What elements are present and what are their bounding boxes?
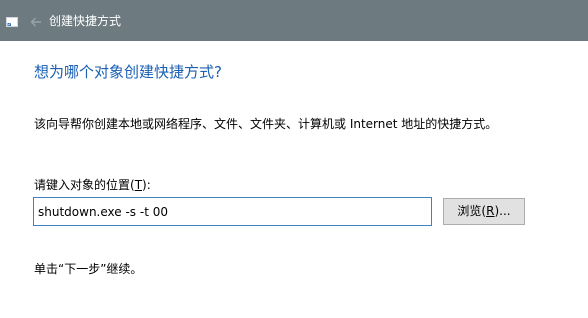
title-bar: 创建快捷方式 xyxy=(0,0,588,41)
continue-instruction: 单击“下一步”继续。 xyxy=(34,262,143,276)
location-label: 请键入对象的位置(T): xyxy=(34,177,151,193)
location-input[interactable] xyxy=(33,197,432,226)
location-label-prefix: 请键入对象的位置( xyxy=(34,178,135,192)
browse-label-suffix: )... xyxy=(494,204,511,218)
window-title: 创建快捷方式 xyxy=(49,14,122,28)
browse-label-prefix: 浏览( xyxy=(457,204,487,218)
page-heading: 想为哪个对象创建快捷方式? xyxy=(34,63,222,81)
create-shortcut-window: 创建快捷方式 想为哪个对象创建快捷方式? 该向导帮你创建本地或网络程序、文件、文… xyxy=(0,0,588,318)
browse-button[interactable]: 浏览(R)... xyxy=(443,198,525,225)
wizard-description: 该向导帮你创建本地或网络程序、文件、文件夹、计算机或 Internet 地址的快… xyxy=(34,117,498,131)
shortcut-wizard-icon xyxy=(6,12,18,27)
back-arrow-icon[interactable] xyxy=(29,14,43,28)
location-label-accesskey: T xyxy=(134,178,143,192)
location-label-suffix: ): xyxy=(142,178,151,192)
